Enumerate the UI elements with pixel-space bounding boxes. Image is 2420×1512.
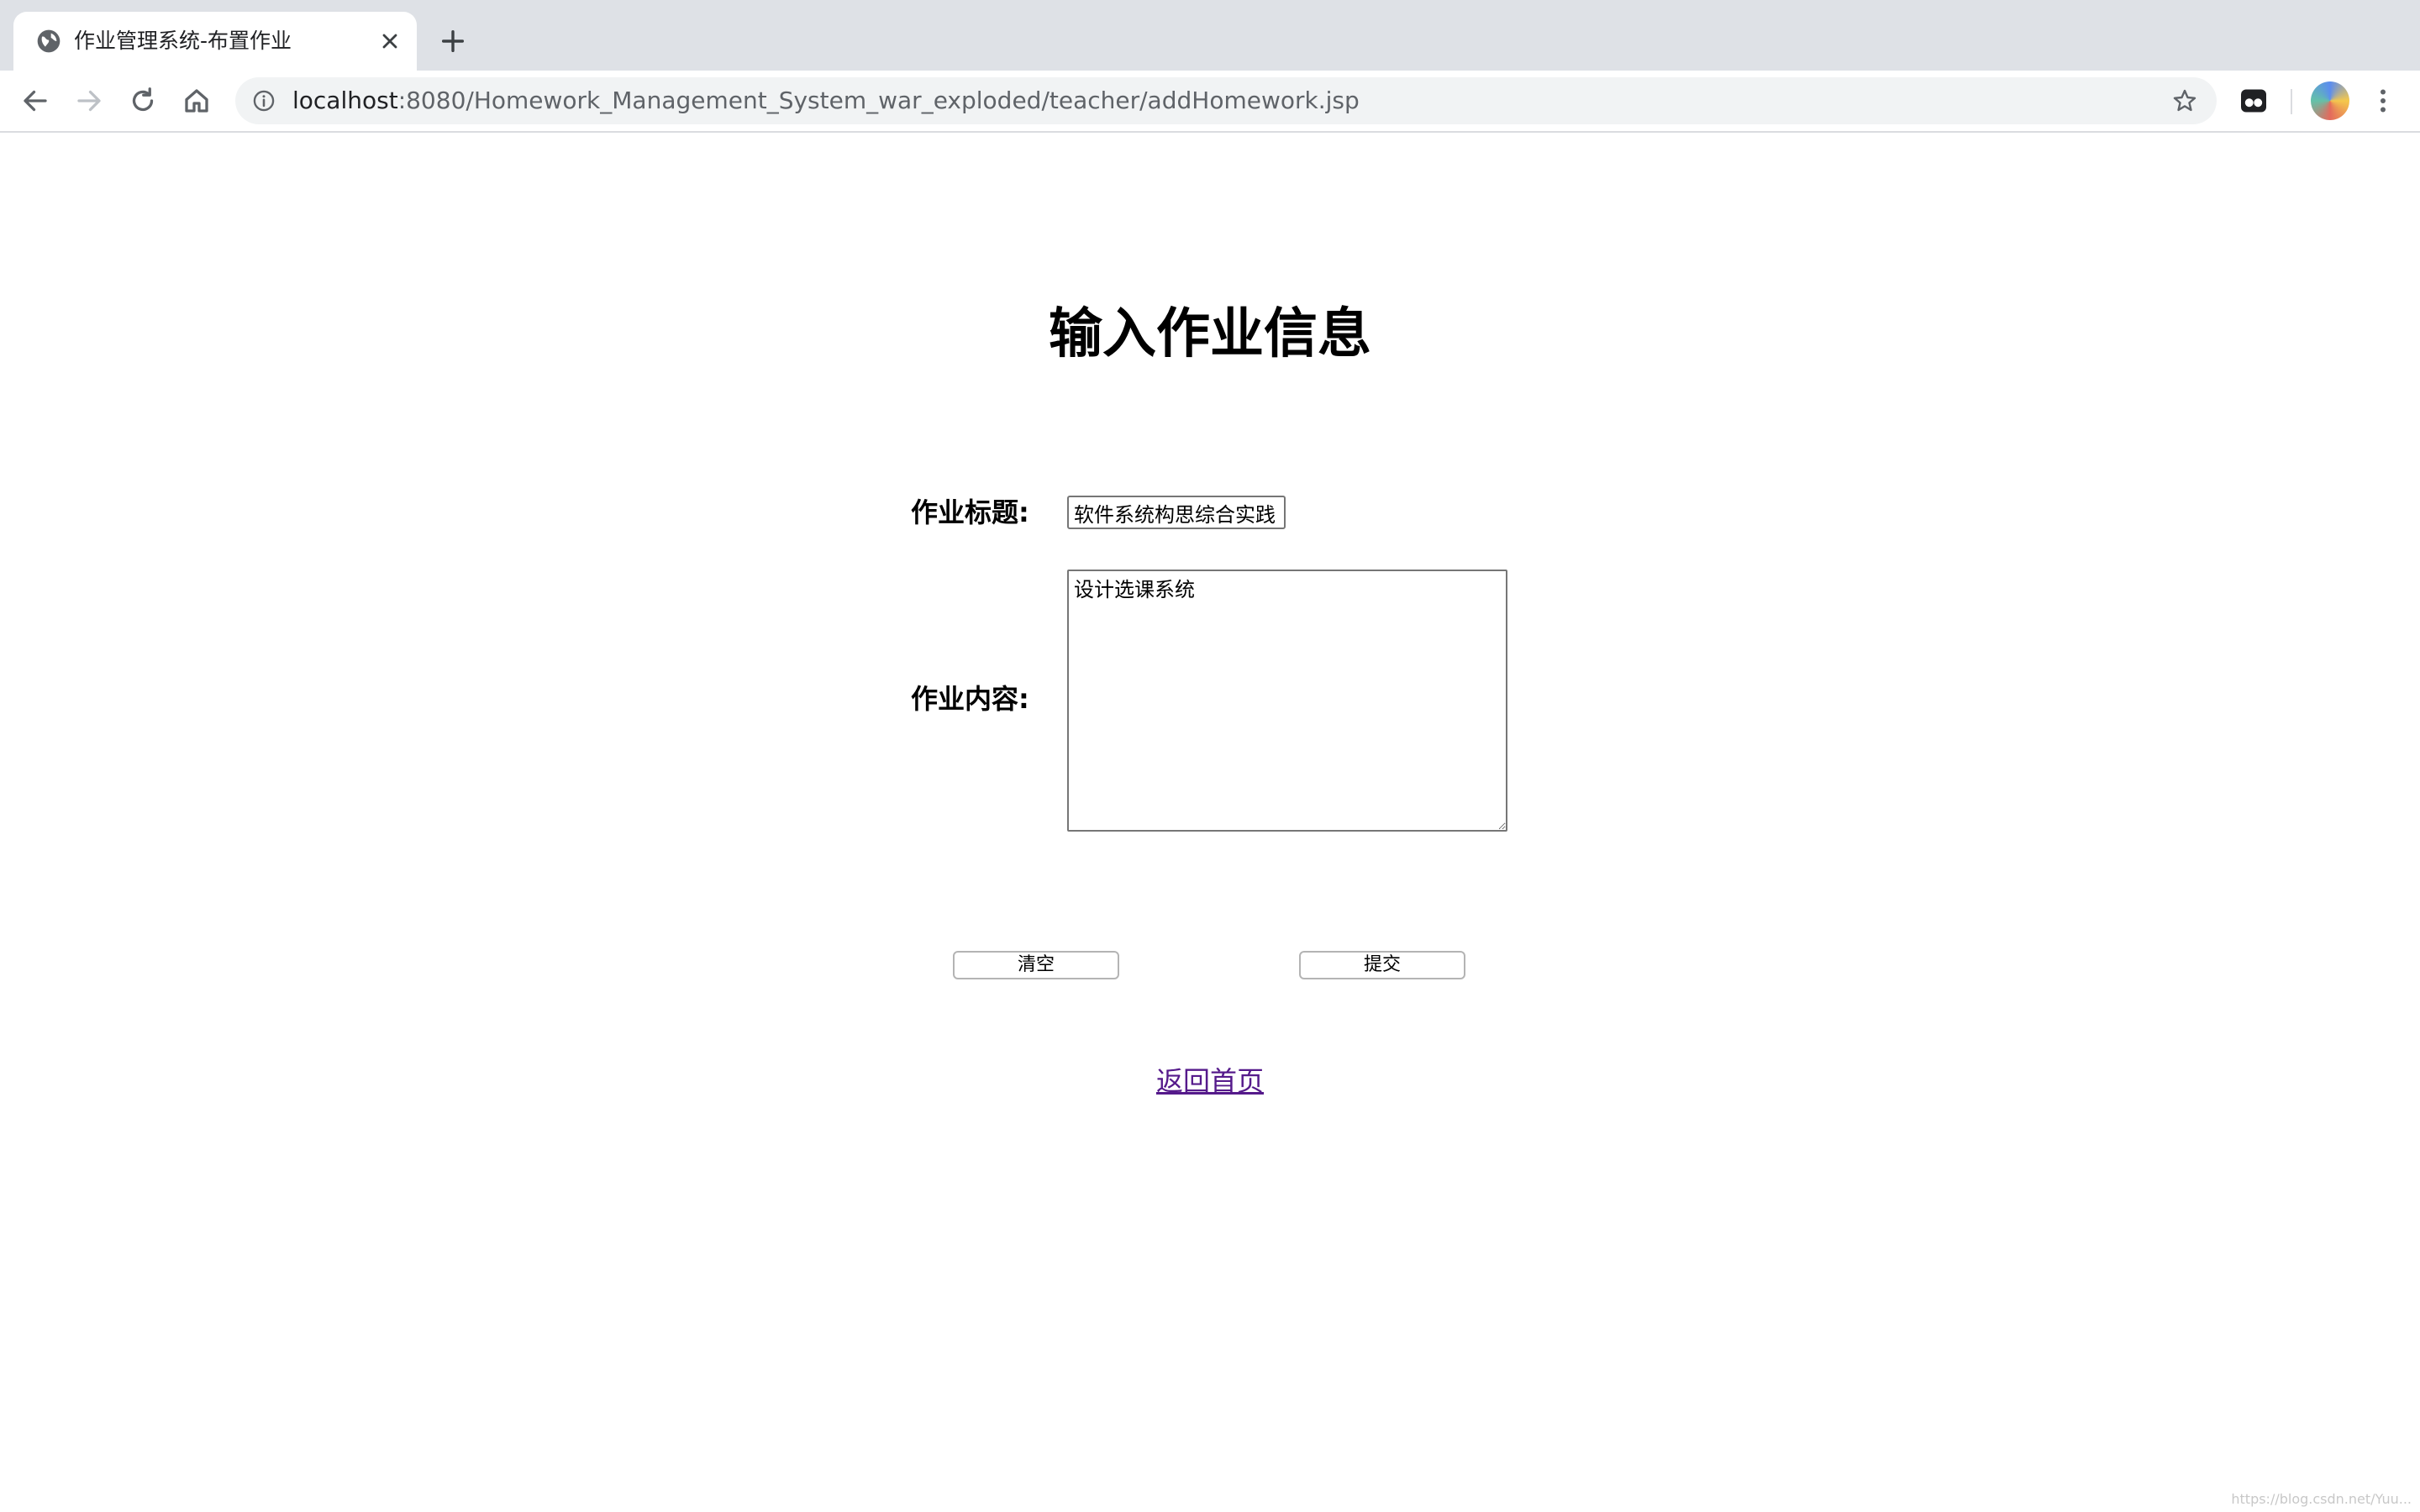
browser-toolbar: localhost:8080/Homework_Management_Syste… xyxy=(0,71,2420,133)
homework-content-label: 作业内容: xyxy=(911,683,1029,715)
homework-title-label: 作业标题: xyxy=(911,496,1029,528)
toolbar-divider xyxy=(2291,89,2292,114)
close-icon[interactable] xyxy=(378,29,402,53)
browser-tab-strip: 作业管理系统-布置作业 xyxy=(0,0,2420,71)
new-tab-icon[interactable] xyxy=(439,27,467,55)
tab-title: 作业管理系统-布置作业 xyxy=(74,29,292,53)
reload-icon[interactable] xyxy=(128,86,158,116)
profile-avatar[interactable] xyxy=(2311,81,2349,120)
extension-icon[interactable] xyxy=(2238,86,2269,116)
url-text[interactable]: localhost:8080/Homework_Management_Syste… xyxy=(292,86,1360,116)
page-content: 输入作业信息 作业标题: 作业内容: 设计选课系统 清空 提交 返回首页 xyxy=(0,133,2420,1512)
forward-arrow-icon[interactable] xyxy=(74,86,104,116)
info-icon[interactable] xyxy=(252,89,276,113)
homework-content-textarea[interactable]: 设计选课系统 xyxy=(1067,570,1507,832)
bookmark-star-icon[interactable] xyxy=(2171,87,2198,114)
back-home-container: 返回首页 xyxy=(0,1063,2420,1099)
back-arrow-icon[interactable] xyxy=(20,86,50,116)
watermark: https://blog.csdn.net/Yuu... xyxy=(2231,1491,2412,1507)
homework-title-input[interactable] xyxy=(1067,496,1286,529)
more-menu-icon[interactable] xyxy=(2368,86,2398,116)
page-title: 输入作业信息 xyxy=(1049,303,1371,365)
address-bar[interactable]: localhost:8080/Homework_Management_Syste… xyxy=(235,77,2217,124)
browser-tab[interactable]: 作业管理系统-布置作业 xyxy=(13,12,417,71)
globe-icon xyxy=(37,29,60,53)
url-path: :8080/Homework_Management_System_war_exp… xyxy=(397,87,1360,114)
submit-button[interactable]: 提交 xyxy=(1299,951,1465,979)
clear-button[interactable]: 清空 xyxy=(953,951,1119,979)
url-host: localhost xyxy=(292,87,398,114)
back-home-link[interactable]: 返回首页 xyxy=(1156,1065,1264,1097)
home-icon[interactable] xyxy=(182,86,212,116)
